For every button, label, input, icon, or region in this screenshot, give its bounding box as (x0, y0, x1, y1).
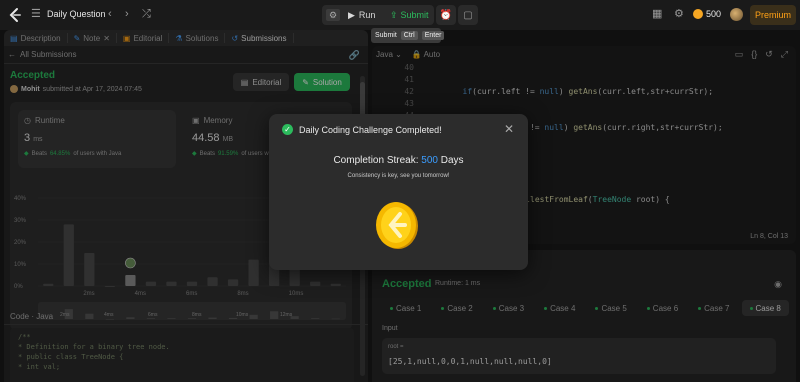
streak-label: Completion Streak: (333, 155, 419, 166)
page-title[interactable]: Daily Question (47, 9, 106, 19)
coin-counter[interactable]: 500 (693, 9, 721, 19)
alarm-icon: ⏰ (439, 9, 453, 21)
modal-title: Daily Coding Challenge Completed! (299, 125, 442, 135)
shuffle-icon[interactable]: ⤮ (142, 9, 151, 20)
timer-button[interactable]: ⏰ (436, 5, 456, 25)
debug-icon[interactable]: ⚙ (326, 9, 340, 21)
modal-message: Consistency is key, see you tomorrow! (347, 173, 450, 179)
user-avatar[interactable] (730, 8, 743, 21)
top-bar: ☰ Daily Question ‹ › ⤮ ⚙ ▶ Run ⇪ Submit … (0, 0, 800, 30)
submit-shortcut-tooltip: Submit Ctrl Enter (371, 28, 445, 43)
gold-coin-icon (376, 202, 418, 249)
run-toolbar: ⚙ ▶ Run ⇪ Submit (322, 5, 434, 25)
submit-button[interactable]: ⇪ Submit (388, 5, 434, 25)
tooltip-label: Submit (375, 32, 397, 39)
run-label: Run (358, 10, 376, 20)
chevron-left-icon[interactable]: ‹ (108, 9, 112, 20)
submit-label: Submit (400, 10, 429, 20)
premium-button[interactable]: Premium (750, 5, 796, 25)
cloud-upload-icon: ⇪ (390, 9, 398, 20)
notes-button[interactable]: ▢ (458, 5, 478, 25)
challenge-complete-modal: ✓ Daily Coding Challenge Completed! ✕ Co… (269, 114, 528, 270)
streak-unit: Days (440, 155, 464, 166)
play-icon: ▶ (348, 9, 355, 20)
leetcode-logo-icon[interactable] (7, 7, 23, 23)
coin-icon (693, 9, 703, 19)
run-button[interactable]: ▶ Run (344, 5, 382, 25)
close-icon[interactable]: ✕ (504, 122, 514, 136)
layout-grid-icon[interactable]: ▦ (652, 9, 662, 20)
chevron-right-icon[interactable]: › (125, 9, 129, 20)
coin-count: 500 (706, 9, 722, 19)
key-ctrl: Ctrl (400, 31, 418, 40)
streak-value: 500 (421, 155, 438, 166)
problem-list-icon[interactable]: ☰ (31, 9, 41, 20)
settings-gear-icon[interactable]: ⚙ (674, 9, 684, 20)
check-circle-icon: ✓ (282, 124, 293, 135)
note-icon: ▢ (463, 9, 473, 21)
key-enter: Enter (421, 31, 445, 40)
streak-line: Completion Streak: 500 Days (269, 155, 528, 166)
